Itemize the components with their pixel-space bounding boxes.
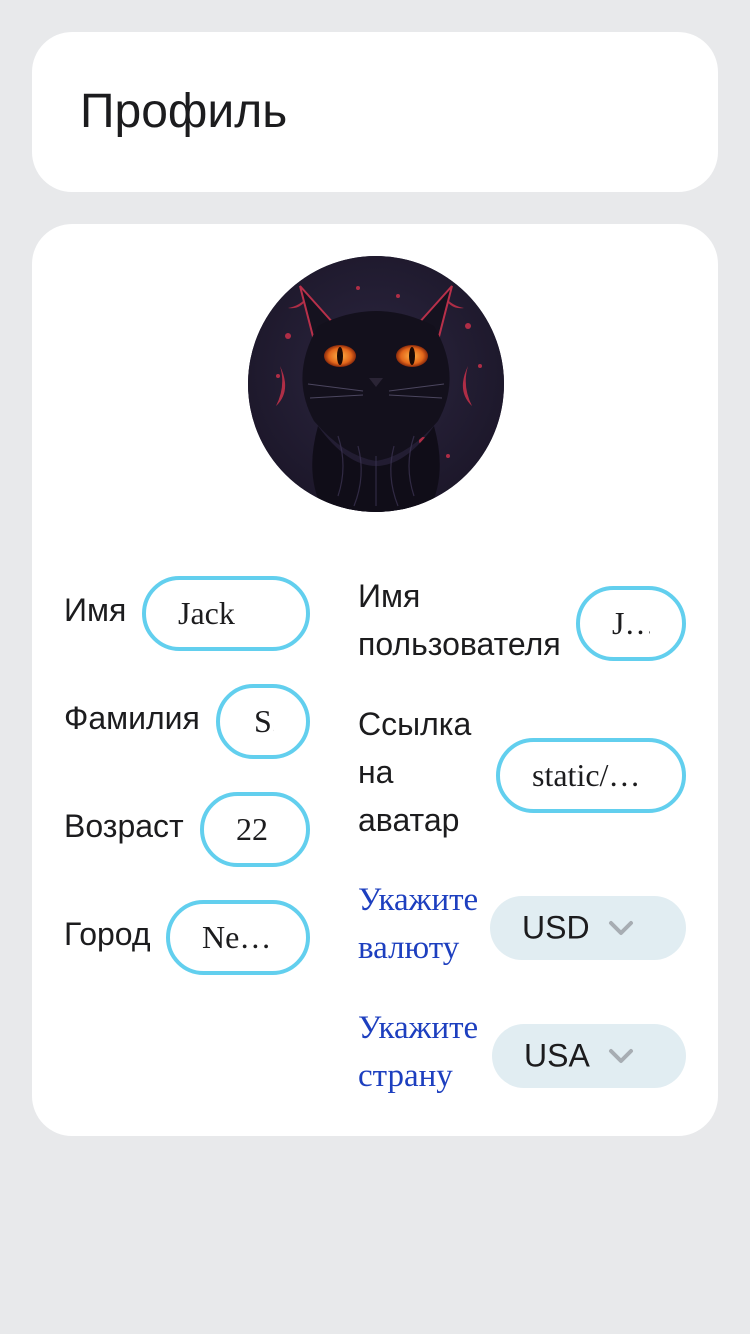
username-label-line1: Имя bbox=[358, 578, 421, 614]
age-input[interactable]: 22 bbox=[200, 792, 310, 867]
city-input[interactable]: Ne… bbox=[166, 900, 310, 975]
currency-label-line1: Укажите bbox=[358, 882, 479, 918]
last-name-value: S. bbox=[254, 703, 274, 739]
first-name-label: Имя bbox=[64, 592, 127, 628]
profile-card: Имя Jack Фамилия S. Возраст 22 Город Ne…… bbox=[32, 224, 718, 1136]
country-label-line1: Укажите bbox=[358, 1010, 479, 1046]
cat-avatar-image bbox=[248, 256, 504, 512]
avatar-link-value: static/… bbox=[532, 757, 641, 793]
avatar-link-label-line1: Ссылка bbox=[358, 706, 472, 742]
first-name-input[interactable]: Jack bbox=[142, 576, 310, 651]
age-value: 22 bbox=[236, 811, 268, 847]
chevron-down-icon bbox=[609, 1049, 633, 1063]
age-label: Возраст bbox=[64, 808, 184, 844]
chevron-down-icon bbox=[609, 921, 633, 935]
avatar-link-label-line2: на bbox=[358, 754, 394, 790]
username-value: J… bbox=[612, 605, 650, 641]
currency-select[interactable]: USD bbox=[490, 896, 686, 960]
country-select[interactable]: USA bbox=[492, 1024, 686, 1088]
page-title: Профиль bbox=[80, 85, 288, 138]
country-value: USA bbox=[524, 1037, 590, 1074]
header-card: Профиль bbox=[32, 32, 718, 192]
username-label-line2: пользователя bbox=[358, 626, 561, 662]
avatar-link-input[interactable]: static/… bbox=[496, 738, 686, 813]
last-name-label: Фамилия bbox=[64, 700, 200, 736]
username-label: Имя пользователя bbox=[358, 572, 561, 668]
avatar bbox=[248, 256, 504, 512]
username-input[interactable]: J… bbox=[576, 586, 686, 661]
city-label: Город bbox=[64, 916, 151, 952]
avatar-link-label: Ссылка на аватар bbox=[358, 700, 471, 844]
currency-value: USD bbox=[522, 909, 590, 946]
last-name-input[interactable]: S. bbox=[216, 684, 310, 759]
avatar-link-label-line3: аватар bbox=[358, 802, 460, 838]
currency-label: Укажите валюту bbox=[358, 876, 478, 972]
country-label: Укажите страну bbox=[358, 1004, 478, 1100]
city-value: Ne… bbox=[202, 919, 272, 955]
country-label-line2: страну bbox=[358, 1058, 453, 1094]
currency-label-line2: валюту bbox=[358, 930, 460, 966]
first-name-value: Jack bbox=[178, 595, 235, 631]
